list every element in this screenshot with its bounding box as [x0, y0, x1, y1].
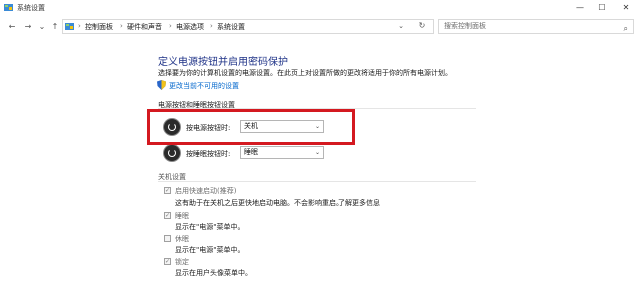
sleep-option-description: 显示在"电源"菜单中。	[175, 223, 245, 231]
learn-more-link[interactable]: 了解更多信息	[338, 198, 380, 208]
breadcrumb-separator: ›	[78, 22, 81, 30]
address-dropdown-button[interactable]: ⌄	[392, 19, 410, 34]
window-title: 系统设置	[17, 4, 45, 12]
back-button[interactable]: ←	[6, 21, 18, 33]
close-button[interactable]: ✕	[614, 0, 638, 15]
fast-startup-label: 启用快速启动(推荐)	[175, 187, 237, 195]
control-panel-icon	[65, 23, 74, 30]
breadcrumb-separator: ›	[120, 22, 123, 30]
forward-button[interactable]: →	[22, 21, 34, 33]
uac-shield-icon	[157, 80, 166, 90]
sleep-checkbox[interactable]: ✓	[164, 212, 171, 219]
chevron-down-icon: ⌄	[314, 149, 320, 156]
title-bar: 系统设置 — ☐ ✕	[0, 0, 640, 15]
up-button[interactable]: ↑	[49, 21, 61, 33]
page-title: 定义电源按钮并启用密码保护	[158, 57, 288, 68]
refresh-button[interactable]: ↻	[412, 19, 432, 34]
breadcrumb-system-settings[interactable]: 系统设置	[217, 22, 245, 32]
lock-option-description: 显示在用户头像菜单中。	[175, 269, 252, 277]
lock-option-label: 锁定	[175, 258, 189, 266]
hibernate-option-description: 显示在"电源"菜单中。	[175, 246, 245, 254]
change-unavailable-settings-link[interactable]: 更改当前不可用的设置	[169, 81, 239, 91]
maximize-button[interactable]: ☐	[590, 0, 614, 15]
address-bar[interactable]	[62, 19, 434, 34]
section-divider	[158, 181, 476, 182]
sleep-button-icon	[164, 145, 180, 161]
hibernate-checkbox[interactable]	[164, 235, 171, 242]
breadcrumb-power-options[interactable]: 电源选项	[176, 22, 204, 32]
sleep-button-action-value: 睡眠	[244, 148, 258, 156]
breadcrumb-control-panel[interactable]: 控制面板	[85, 22, 113, 32]
lock-checkbox[interactable]: ✓	[164, 258, 171, 265]
sleep-button-action-select[interactable]: 睡眠 ⌄	[240, 146, 324, 159]
minimize-button[interactable]: —	[568, 0, 592, 15]
hibernate-option-label: 休眠	[175, 235, 189, 243]
fast-startup-description: 这有助于在关机之后更快地启动电脑。不会影响重启。	[175, 199, 343, 207]
control-panel-icon	[4, 4, 13, 11]
breadcrumb-hardware-sound[interactable]: 硬件和声音	[127, 22, 162, 32]
search-input[interactable]: 搜索控制面板 ⌕	[438, 19, 634, 34]
breadcrumb-separator: ›	[169, 22, 172, 30]
search-icon: ⌕	[623, 24, 628, 33]
breadcrumb-separator: ›	[210, 22, 213, 30]
sleep-button-label: 按睡眠按钮时:	[186, 150, 231, 158]
page-description: 选择要为你的计算机设置的电源设置。在此页上对设置所做的更改将适用于你的所有电源计…	[158, 69, 452, 77]
sleep-option-label: 睡眠	[175, 212, 189, 220]
fast-startup-checkbox[interactable]: ✓	[164, 187, 171, 194]
highlight-box	[147, 109, 355, 145]
search-placeholder: 搜索控制面板	[444, 22, 486, 30]
recent-locations-button[interactable]: ⌄	[36, 21, 48, 33]
